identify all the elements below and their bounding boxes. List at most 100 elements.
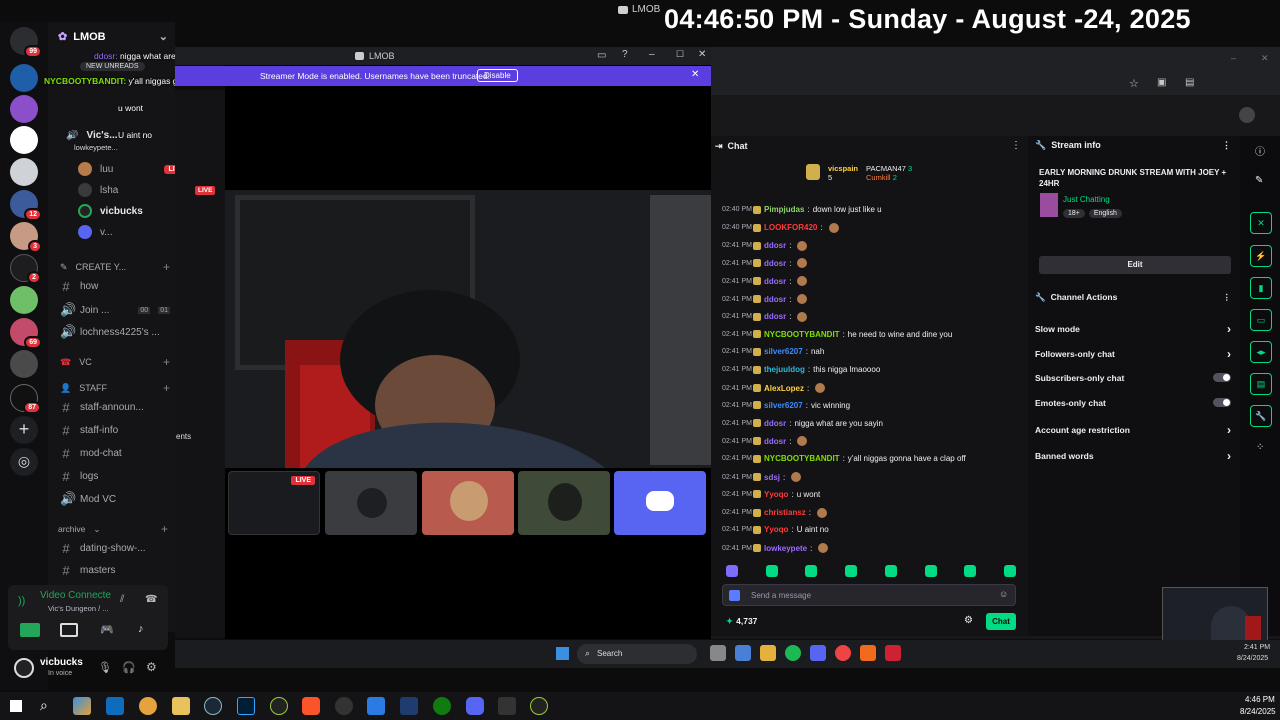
server-icon[interactable]: 3 bbox=[10, 222, 42, 253]
disable-button[interactable]: Disable bbox=[477, 69, 518, 82]
channel-mod-chat[interactable]: # mod-chat bbox=[60, 446, 170, 461]
message-username[interactable]: Yyoqo bbox=[764, 525, 788, 534]
message-username[interactable]: sdsj bbox=[764, 473, 780, 482]
emote-icon[interactable] bbox=[964, 565, 977, 577]
taskbar-app-icon[interactable] bbox=[785, 645, 801, 661]
taskbar-app-icon[interactable] bbox=[735, 645, 751, 661]
tag[interactable]: English bbox=[1088, 209, 1122, 218]
voice-user-vicbucks[interactable]: vicbucks ■ bbox=[78, 204, 188, 218]
outlook-icon[interactable] bbox=[106, 697, 124, 715]
maximize-icon[interactable]: ☐ bbox=[676, 49, 684, 60]
server-icon[interactable] bbox=[10, 126, 38, 154]
participant-tile-discord[interactable] bbox=[614, 471, 706, 535]
info-icon[interactable]: ⓘ bbox=[1255, 143, 1265, 158]
collapse-icon[interactable]: ⇥ bbox=[715, 141, 723, 152]
more-icon[interactable]: ⋮ bbox=[1223, 292, 1232, 303]
voice-user-lsha[interactable]: lsha bbox=[78, 183, 188, 197]
explore-icon[interactable]: ◎ bbox=[10, 448, 38, 476]
copilot-icon[interactable] bbox=[73, 697, 91, 715]
close-icon[interactable]: ✕ bbox=[698, 49, 706, 60]
mod-tool-button[interactable]: ▭ bbox=[1250, 309, 1272, 331]
minimize-icon[interactable]: – bbox=[649, 49, 655, 60]
new-unreads-pill[interactable]: NEW UNREADS bbox=[80, 62, 145, 71]
mod-tool-button[interactable]: ▤ bbox=[1250, 373, 1272, 395]
chat-send-button[interactable]: Chat bbox=[986, 613, 1016, 630]
taskbar-app-icon[interactable] bbox=[835, 645, 851, 661]
participant-tile-live[interactable]: LIVE bbox=[228, 471, 320, 535]
category-staff[interactable]: 👤 STAFF + bbox=[60, 381, 170, 395]
mod-tool-button[interactable]: ▮ bbox=[1250, 277, 1272, 299]
add-channel-icon[interactable]: + bbox=[163, 355, 170, 369]
minimize-icon[interactable]: – bbox=[1231, 53, 1236, 63]
participant-tile-avatar[interactable] bbox=[422, 471, 514, 535]
taskbar-app-icon[interactable] bbox=[810, 645, 826, 661]
participant-tile-avatar[interactable] bbox=[518, 471, 610, 535]
screen-share-button[interactable] bbox=[60, 623, 78, 637]
server-icon[interactable]: 69 bbox=[10, 318, 42, 349]
stream-category[interactable]: Just Chatting bbox=[1063, 195, 1110, 204]
add-channel-icon[interactable]: + bbox=[161, 522, 168, 536]
emote-icon[interactable] bbox=[1003, 565, 1016, 577]
channel-action-row[interactable]: Emotes-only chat bbox=[1035, 398, 1231, 408]
channel-lochness[interactable]: 🔊 lochness4225's ... bbox=[60, 324, 170, 340]
emote-icon[interactable] bbox=[845, 565, 858, 577]
message-username[interactable]: NYCBOOTYBANDIT bbox=[764, 454, 840, 463]
channel-masters[interactable]: # masters bbox=[60, 563, 170, 578]
add-channel-icon[interactable]: + bbox=[163, 381, 170, 395]
steam-icon[interactable] bbox=[204, 697, 222, 715]
message-username[interactable]: NYCBOOTYBANDIT bbox=[764, 330, 840, 339]
voice-user-luu[interactable]: luu LIVE bbox=[78, 162, 188, 176]
mod-tool-button[interactable]: ◂▸ bbox=[1250, 341, 1272, 363]
chrome-icon[interactable] bbox=[139, 697, 157, 715]
more-icon[interactable]: ⋮ bbox=[1011, 140, 1021, 151]
avatar[interactable] bbox=[14, 658, 34, 678]
close-icon[interactable]: ✕ bbox=[691, 69, 699, 80]
discord-icon[interactable] bbox=[466, 697, 484, 715]
channel-action-row[interactable]: Slow mode › bbox=[1035, 322, 1231, 336]
emote-icon[interactable] bbox=[924, 565, 937, 577]
help-icon[interactable]: ? bbox=[622, 49, 628, 60]
message-username[interactable]: christiansz bbox=[764, 508, 806, 517]
activity-button[interactable]: 🎮 bbox=[100, 623, 114, 636]
tab-search-icon[interactable]: ▤ bbox=[1185, 77, 1194, 88]
voice-user-v[interactable]: v... bbox=[78, 225, 188, 239]
channel-action-row[interactable]: Banned words › bbox=[1035, 449, 1231, 463]
add-channel-icon[interactable]: + bbox=[163, 260, 170, 274]
server-icon[interactable] bbox=[10, 286, 38, 314]
pencil-icon[interactable]: ✎ bbox=[1255, 175, 1263, 186]
emote-icon[interactable] bbox=[765, 565, 778, 577]
camera-button[interactable] bbox=[20, 623, 40, 637]
windows-start-icon[interactable] bbox=[556, 647, 569, 660]
message-username[interactable]: ddosr bbox=[764, 295, 786, 304]
server-header[interactable]: ✿ LMOB ⌄ bbox=[58, 30, 168, 44]
photoshop-icon[interactable] bbox=[237, 697, 255, 715]
app-icon[interactable] bbox=[270, 697, 288, 715]
store-icon[interactable] bbox=[367, 697, 385, 715]
channel-join[interactable]: 🔊 Join ... 00 01 bbox=[60, 302, 170, 318]
toggle-switch[interactable] bbox=[1213, 373, 1231, 383]
file-explorer-icon[interactable] bbox=[172, 697, 190, 715]
more-tools-icon[interactable]: ⁘ bbox=[1256, 442, 1264, 453]
category-create[interactable]: ✎ CREATE Y... + bbox=[60, 260, 170, 274]
add-server-icon[interactable]: + bbox=[10, 416, 38, 444]
chat-input[interactable]: Send a message ☺ bbox=[722, 584, 1016, 606]
discord-home-icon[interactable]: 99 bbox=[10, 27, 42, 58]
star-icon[interactable]: ☆ bbox=[1129, 77, 1139, 90]
windows-start-icon[interactable] bbox=[10, 700, 22, 712]
channel-action-row[interactable]: Account age restriction › bbox=[1035, 423, 1231, 437]
message-username[interactable]: silver6207 bbox=[764, 401, 803, 410]
vegas-icon[interactable] bbox=[400, 697, 418, 715]
message-username[interactable]: ddosr bbox=[764, 241, 786, 250]
mod-tool-button[interactable]: ✕ bbox=[1250, 212, 1272, 234]
message-username[interactable]: lowkeypete bbox=[764, 544, 807, 553]
search-box[interactable]: ⌕ Search bbox=[577, 644, 697, 664]
mod-tool-button[interactable]: 🔧 bbox=[1250, 405, 1272, 427]
server-icon[interactable] bbox=[10, 350, 38, 378]
channel-points[interactable]: ✦ 4,737 bbox=[726, 616, 757, 627]
obs-icon[interactable] bbox=[335, 697, 353, 715]
channel-action-row[interactable]: Followers-only chat › bbox=[1035, 347, 1231, 361]
close-icon[interactable]: ✕ bbox=[1261, 53, 1269, 64]
category-vc[interactable]: ☎ VC + bbox=[60, 355, 170, 369]
disconnect-icon[interactable]: ☎ bbox=[145, 594, 157, 605]
channel-logs[interactable]: # logs bbox=[60, 469, 170, 484]
